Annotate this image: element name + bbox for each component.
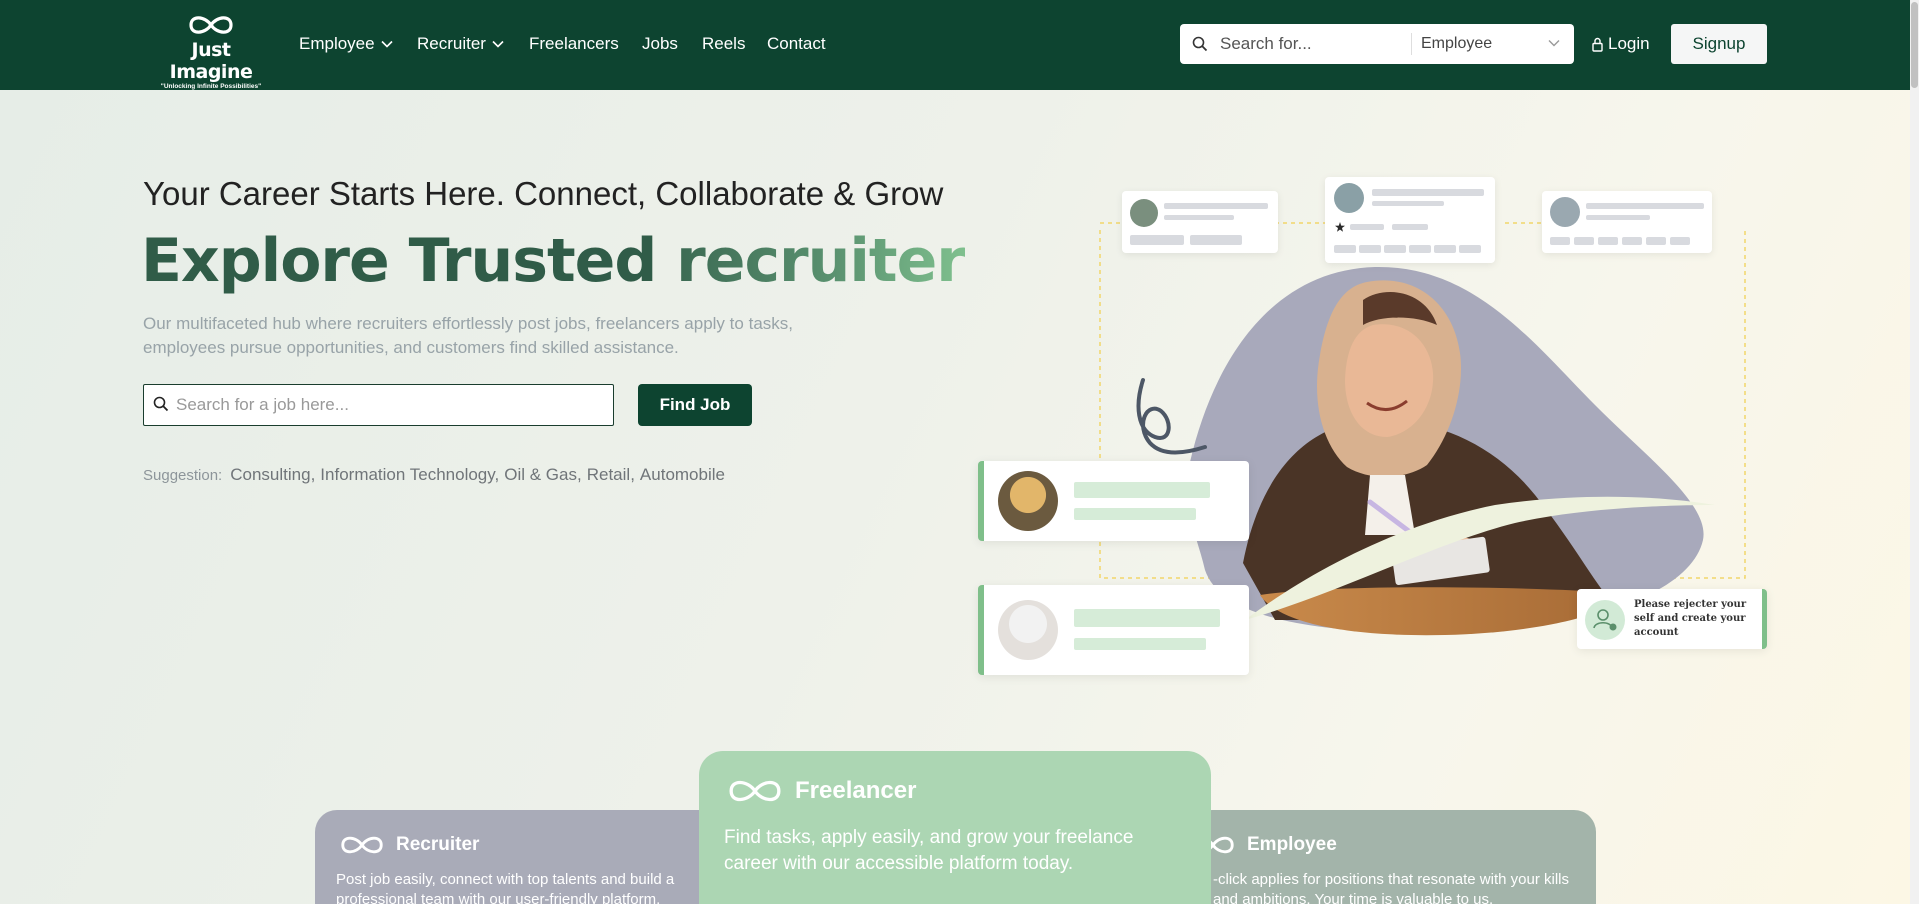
role-card-text: Post job easily, connect with top talent… [336,871,675,904]
search-icon [1192,36,1208,52]
profile-card [978,461,1249,541]
role-card-text: Find tasks, apply easily, and grow your … [724,827,1134,874]
avatar [1550,197,1580,227]
headline-static-text: Explore Trusted [141,226,657,296]
login-label: Login [1608,34,1650,53]
chevron-down-icon [381,40,393,48]
login-link[interactable]: Login [1592,33,1650,55]
register-note-text: Please rejecter your self and create you… [1634,599,1747,638]
avatar [998,471,1058,531]
nav-reels-label: Reels [702,34,746,53]
nav-freelancers-label: Freelancers [529,34,619,53]
header-search-input[interactable] [1220,24,1398,64]
headline-rotating-word: recruiter [676,226,966,296]
role-card-text: -click applies for positions that resona… [1213,871,1569,904]
infinity-icon [729,780,781,802]
profile-card-mini [1122,191,1278,253]
register-note-card: Please rejecter your self and create you… [1577,589,1767,649]
nav-employee[interactable]: Employee [299,33,393,55]
nav-jobs-label: Jobs [642,34,678,53]
profile-card-mini [1542,191,1712,253]
scrollbar-thumb[interactable] [1911,2,1918,88]
avatar [998,600,1058,660]
suggestion-label: Suggestion: [143,467,223,484]
nav-recruiter-label: Recruiter [417,34,486,53]
profile-card-mini [1325,177,1495,263]
role-card-title: Freelancer [795,777,917,804]
brand-name: Just Imagine [169,39,253,83]
nav-freelancers[interactable]: Freelancers [529,33,619,55]
star-icon [1335,222,1345,232]
signup-button[interactable]: Signup [1671,24,1767,64]
avatar [1334,183,1364,213]
suggestion-retail[interactable]: Retail [587,465,630,484]
search-divider [1411,33,1412,55]
hero-description: Our multifaceted hub where recruiters ef… [143,314,793,357]
chevron-down-icon [1548,40,1560,47]
hero-subheading: Your Career Starts Here. Connect, Collab… [143,175,944,212]
suggestions-row: Suggestion: Consulting, Information Techno… [143,465,725,484]
role-card-employee[interactable]: Employee -click applies for positions th… [1190,810,1596,904]
role-card-header: Employee [1190,832,1337,858]
lock-icon [1592,37,1603,52]
page-scrollbar[interactable] [1910,0,1919,904]
top-navbar: Just Imagine "Unlocking Infinite Possibi… [0,0,1910,90]
role-card-header: Freelancer [724,775,916,807]
brand-logo[interactable]: Just Imagine "Unlocking Infinite Possibi… [148,12,274,90]
role-card-title: Recruiter [396,834,480,855]
chevron-down-icon [492,40,504,48]
search-category-select[interactable]: Employee [1421,24,1574,64]
avatar [1130,199,1158,227]
role-card-header: Recruiter [337,832,479,858]
find-job-button[interactable]: Find Job [638,384,752,426]
hero-illustration: Please rejecter your self and create you… [975,175,1775,685]
role-card-freelancer[interactable]: Freelancer Find tasks, apply easily, and… [699,751,1211,904]
infinity-icon [341,836,383,854]
suggestion-oil-gas[interactable]: Oil & Gas [504,465,577,484]
nav-employee-label: Employee [299,34,375,53]
role-card-title: Employee [1247,834,1337,855]
search-icon [153,396,169,412]
hero-headline: Explore Trusted recruiter [141,226,966,296]
nav-contact[interactable]: Contact [767,33,826,55]
search-category-value: Employee [1421,35,1493,52]
header-search-box: Employee [1180,24,1574,64]
suggestion-information-technology[interactable]: Information Technology [320,465,494,484]
job-search-input[interactable] [176,385,606,424]
nav-contact-label: Contact [767,34,826,53]
user-register-icon [1585,600,1625,640]
role-card-recruiter[interactable]: Recruiter Post job easily, connect with … [315,810,725,904]
nav-recruiter[interactable]: Recruiter [417,33,504,55]
nav-reels[interactable]: Reels [702,33,745,55]
suggestion-automobile[interactable]: Automobile [640,465,725,484]
nav-jobs[interactable]: Jobs [642,33,678,55]
infinity-icon [189,16,233,34]
profile-card [978,585,1249,675]
suggestion-consulting[interactable]: Consulting [230,465,310,484]
job-search-box [143,384,614,426]
